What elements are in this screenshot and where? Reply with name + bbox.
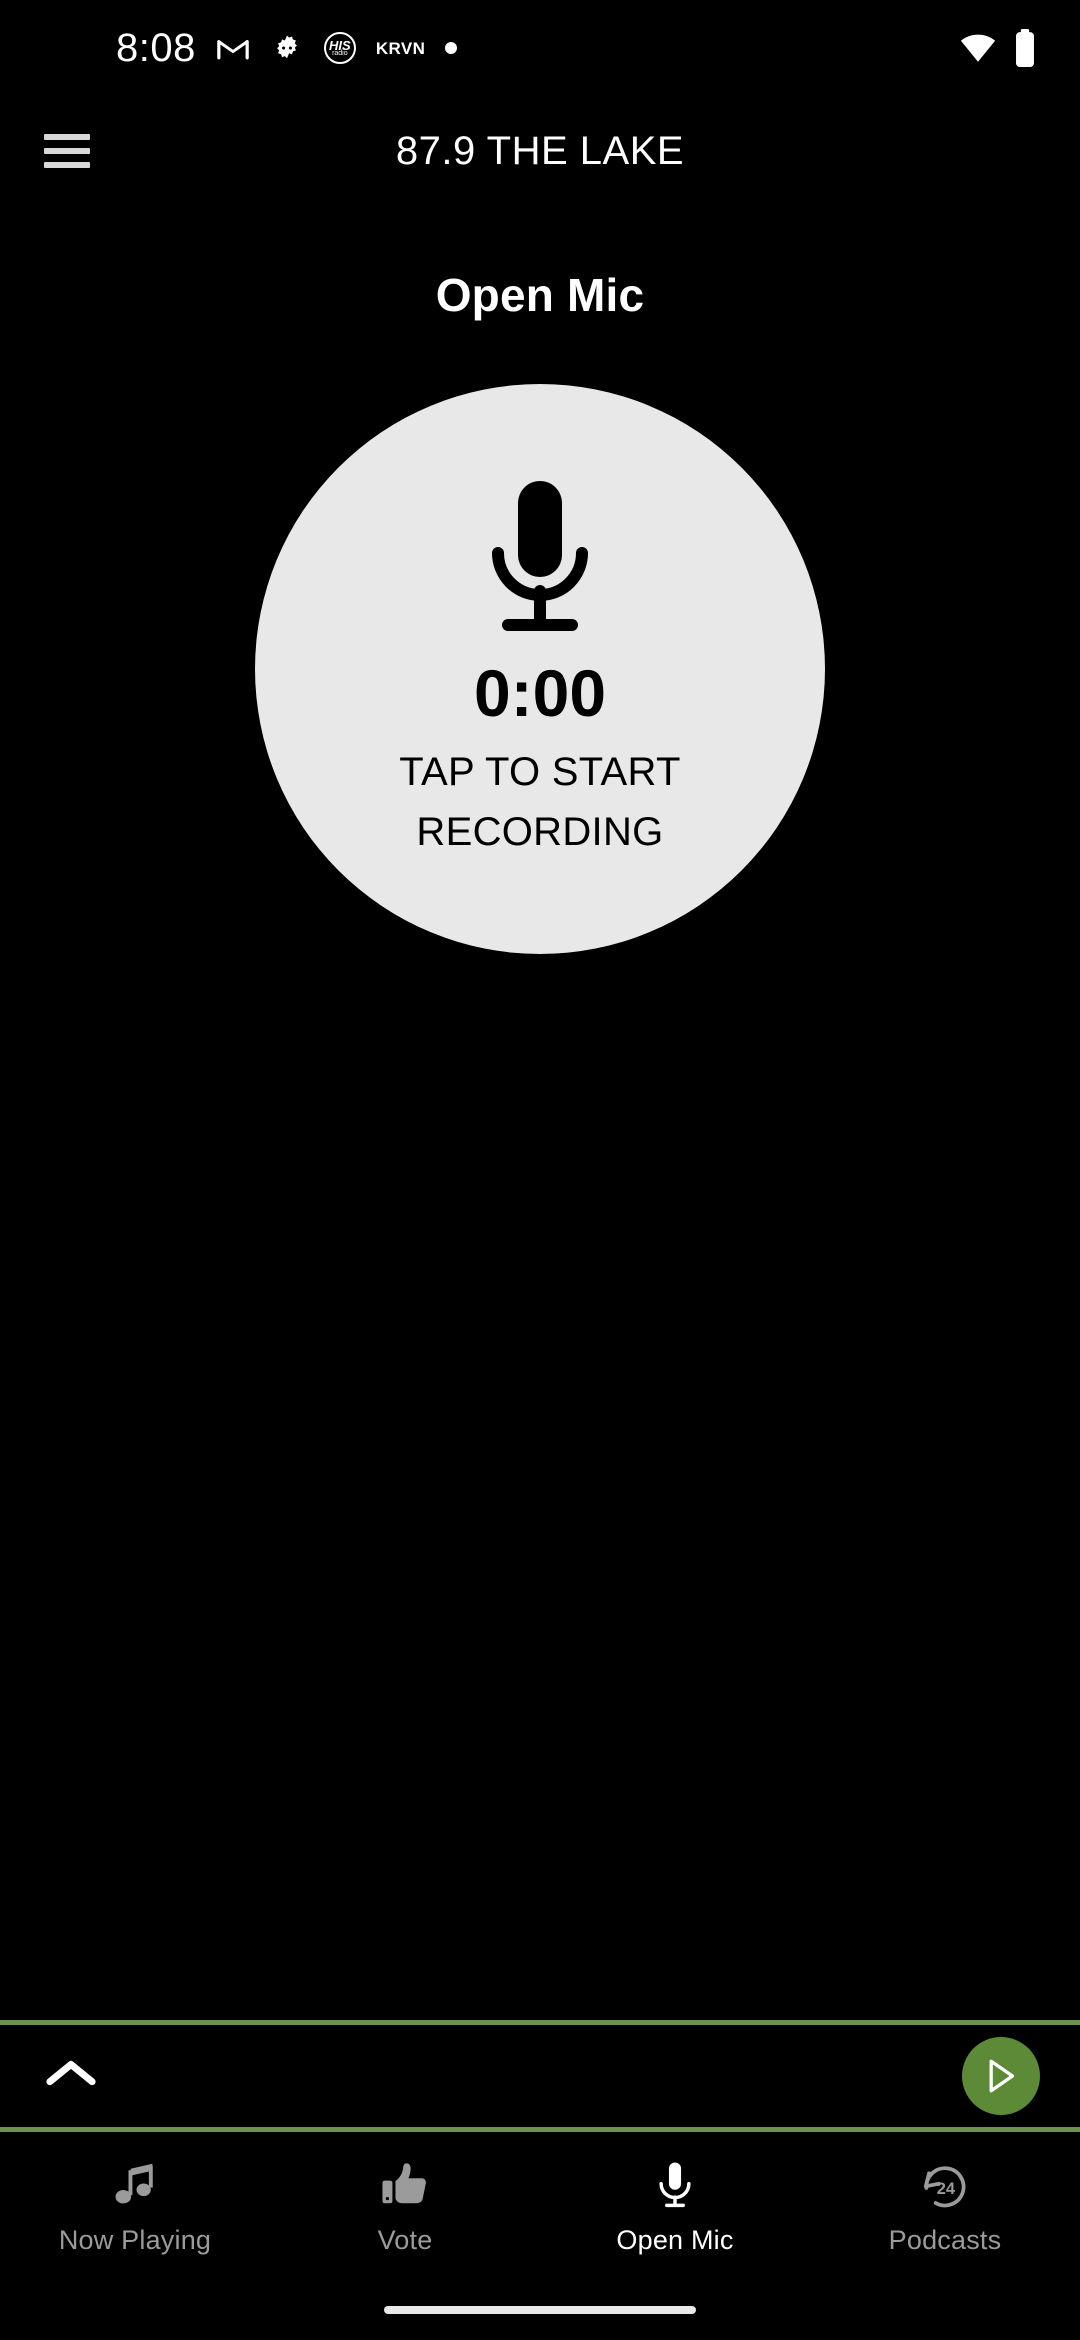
nav-tab-podcasts[interactable]: 24 Podcasts — [810, 2157, 1080, 2256]
clock-24-icon: 24 — [919, 2157, 971, 2211]
nav-tab-label: Podcasts — [888, 2224, 1002, 2255]
station-title: 87.9 THE LAKE — [395, 128, 685, 173]
page-title: Open Mic — [435, 269, 645, 321]
microphone-icon — [649, 2157, 701, 2211]
settings-gear-icon — [270, 31, 304, 65]
nav-tab-label: Now Playing — [58, 2224, 212, 2255]
hamburger-bar — [44, 134, 90, 140]
record-hint-line-1: TAP TO START — [399, 749, 681, 794]
record-hint: TAP TO START RECORDING — [399, 742, 680, 862]
music-note-icon — [109, 2157, 161, 2211]
system-gesture-bar — [0, 2280, 1080, 2340]
microphone-icon — [476, 477, 604, 646]
nav-tab-open-mic[interactable]: Open Mic — [540, 2157, 810, 2256]
chevron-up-icon[interactable] — [46, 2057, 96, 2096]
status-bar-right — [960, 29, 1036, 67]
hamburger-menu-icon[interactable] — [44, 134, 90, 168]
battery-icon — [1014, 29, 1036, 67]
nav-tab-vote[interactable]: Vote — [270, 2157, 540, 2256]
status-bar-notification-icons: HIS radio KRVN — [216, 31, 458, 65]
his-radio-icon-top: HIS — [329, 37, 351, 53]
recording-timer: 0:00 — [473, 655, 607, 730]
hamburger-bar — [44, 162, 90, 168]
nav-tab-label: Vote — [377, 2224, 433, 2255]
his-radio-icon-bottom: radio — [332, 49, 348, 57]
record-button[interactable]: 0:00 TAP TO START RECORDING — [255, 384, 825, 954]
home-gesture-pill[interactable] — [384, 2306, 696, 2314]
nav-tab-now-playing[interactable]: Now Playing — [0, 2157, 270, 2256]
record-hint-line-2: RECORDING — [416, 809, 664, 854]
wifi-icon — [960, 33, 996, 63]
svg-text:24: 24 — [937, 2180, 956, 2198]
app-bar: 87.9 THE LAKE — [0, 96, 1080, 206]
bottom-navigation-bar: Now Playing Vote Open Mic 24 Podcasts — [0, 2132, 1080, 2280]
status-bar: 8:08 HIS radio KRVN — [0, 0, 1080, 96]
gmail-icon — [216, 31, 250, 65]
krvn-icon: KRVN — [375, 38, 426, 58]
notification-dot-icon — [445, 42, 458, 54]
status-bar-clock: 8:08 — [116, 25, 196, 70]
nav-tab-label: Open Mic — [616, 2224, 734, 2255]
play-button[interactable] — [962, 2037, 1040, 2115]
thumbs-up-icon — [379, 2157, 431, 2211]
his-radio-icon: HIS radio — [323, 32, 356, 64]
mini-player-bar — [0, 2020, 1080, 2132]
main-content: Open Mic 0:00 TAP TO START RECORDING — [0, 206, 1080, 2020]
status-bar-left: 8:08 HIS radio KRVN — [44, 26, 960, 71]
phone-screen: 8:08 HIS radio KRVN 87.9 THE LAKE Open M… — [0, 0, 1080, 2340]
hamburger-bar — [44, 148, 90, 154]
